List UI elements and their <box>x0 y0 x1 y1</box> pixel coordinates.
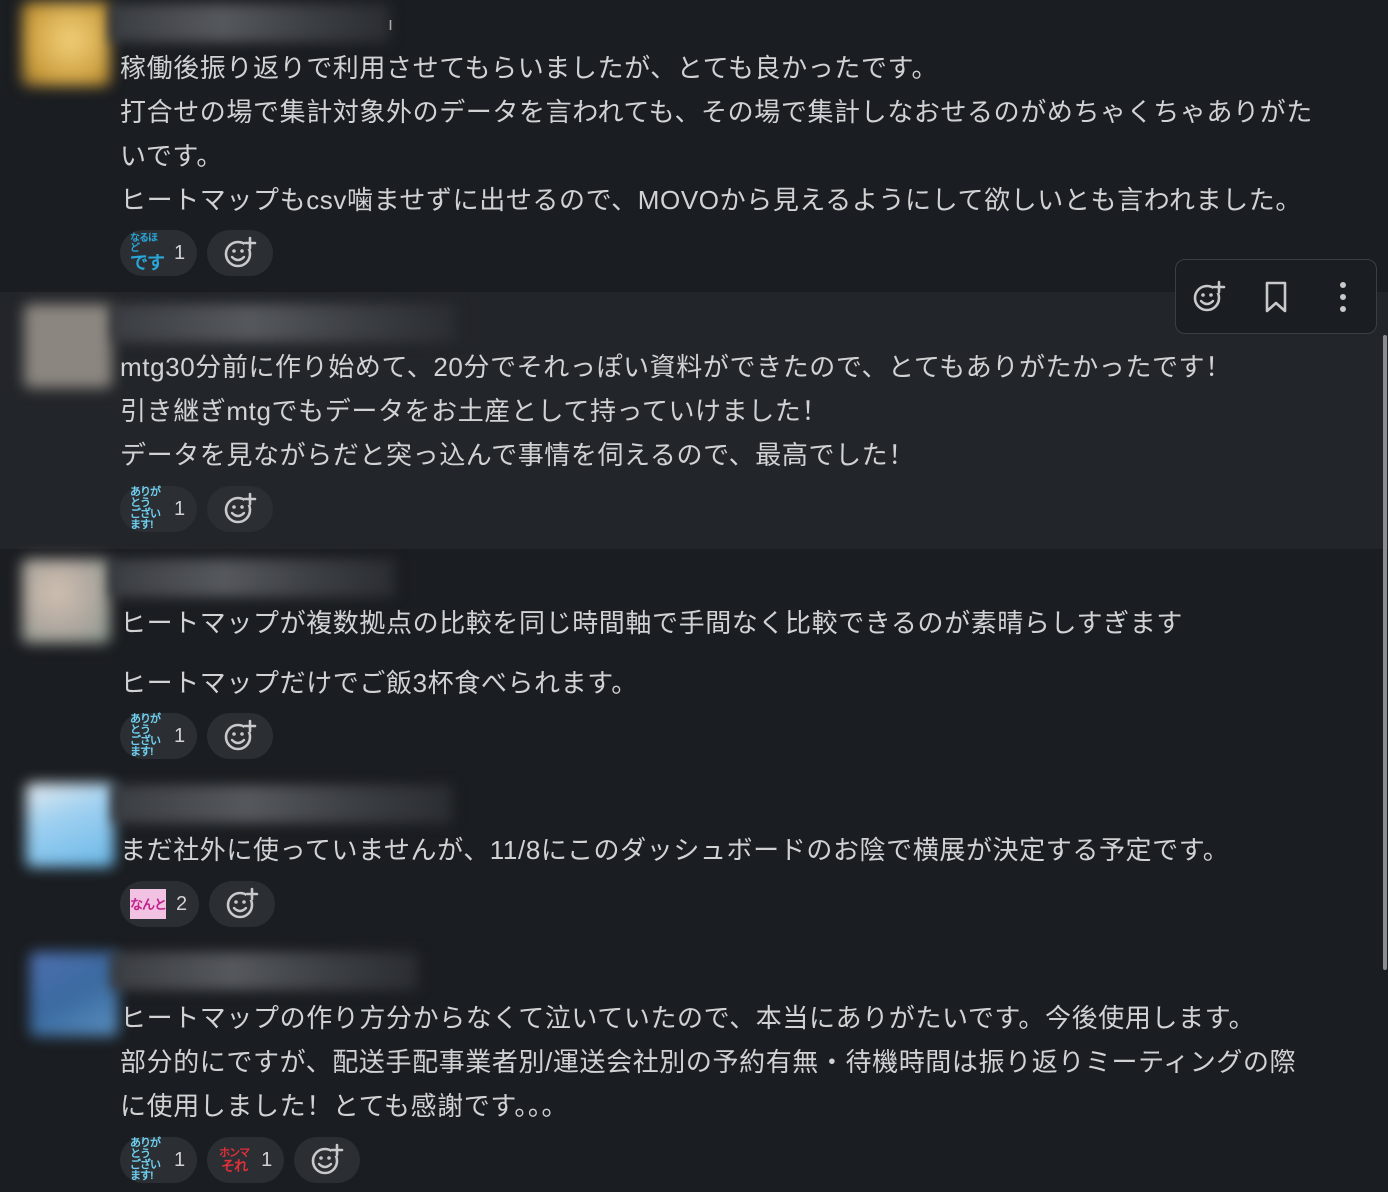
reaction-arigatou-gozaimasu[interactable]: ありがとう ございます! 1 <box>120 713 198 759</box>
reaction-naruhodo-desu[interactable]: なるほど です 1 <box>120 230 198 276</box>
reaction-nanto[interactable]: なんと 2 <box>120 881 200 927</box>
message-text: mtg30分前に作り始めて、20分でそれっぽい資料ができたので、とてもありがたか… <box>120 345 1380 477</box>
arigatou-gozaimasu-emoji-icon: ありがとう ございます! <box>130 1137 161 1182</box>
avatar[interactable] <box>26 783 114 867</box>
reaction-bar: なんと 2 <box>120 881 276 927</box>
reaction-arigatou-gozaimasu[interactable]: ありがとう ございます! 1 <box>120 1137 198 1183</box>
reaction-bar: ありがとう ございます! 1 <box>120 713 274 759</box>
message-line: 打合せの場で集計対象外のデータを言われても、その場で集計しなおせるのがめちゃくち… <box>120 97 1313 127</box>
sender-name[interactable] <box>110 4 390 42</box>
sender-name[interactable] <box>110 952 418 990</box>
message[interactable]: ヒートマップが複数拠点の比較を同じ時間軸で手間なく比較できるのが素晴らしすぎます… <box>0 549 1388 777</box>
message-line: まだ社外に使っていませんが、11/8にこのダッシュボードのお陰で横展が決定する予… <box>120 835 1230 865</box>
add-reaction-icon <box>1194 280 1226 311</box>
message-text: ヒートマップの作り方分からなくて泣いていたので、本当にありがたいです。今後使用し… <box>120 996 1380 1128</box>
reaction-count: 2 <box>176 892 188 915</box>
save-for-later-action[interactable] <box>1252 273 1300 321</box>
add-reaction-button[interactable] <box>294 1137 361 1183</box>
reaction-count: 1 <box>174 497 186 520</box>
sender-name[interactable] <box>112 304 457 342</box>
reaction-bar: ありがとう ございます! 1 <box>120 486 274 532</box>
message-line: データを見ながらだと突っ込んで事情を伺えるので、最高でした！ <box>120 440 915 470</box>
sender-name[interactable] <box>112 785 452 823</box>
add-reaction-icon <box>224 236 257 268</box>
message-feed: ı 稼働後振り返りで利用させてもらいましたが、とても良かったです。 打合せの場で… <box>0 0 1388 1192</box>
message-line: いです。 <box>120 141 224 171</box>
message-actions-toolbar <box>1175 259 1377 334</box>
reaction-arigatou-gozaimasu[interactable]: ありがとう ございます! 1 <box>120 486 198 532</box>
message[interactable]: ı 稼働後振り返りで利用させてもらいましたが、とても良かったです。 打合せの場で… <box>0 0 1388 292</box>
add-reaction-button[interactable] <box>207 713 274 759</box>
message-text: まだ社外に使っていませんが、11/8にこのダッシュボードのお陰で横展が決定する予… <box>120 828 1380 872</box>
reaction-bar: なるほど です 1 <box>120 230 274 276</box>
sender-name[interactable] <box>110 559 395 597</box>
scrollbar[interactable] <box>1383 335 1387 970</box>
message-line: 稼働後振り返りで利用させてもらいましたが、とても良かったです。 <box>120 53 939 83</box>
add-reaction-action[interactable] <box>1185 273 1233 321</box>
nanto-emoji-icon: なんと <box>130 889 167 919</box>
more-actions-action[interactable] <box>1319 273 1367 321</box>
arigatou-gozaimasu-emoji-icon: ありがとう ございます! <box>130 713 161 758</box>
timestamp-fragment: ı <box>388 14 394 34</box>
add-reaction-icon <box>226 887 259 919</box>
message-line: mtg30分前に作り始めて、20分でそれっぽい資料ができたので、とてもありがたか… <box>120 352 1232 382</box>
message-line: ヒートマップが複数拠点の比較を同じ時間軸で手間なく比較できるのが素晴らしすぎます <box>120 608 1183 638</box>
message-line: 引き継ぎmtgでもデータをお土産として持っていけました！ <box>120 396 829 426</box>
avatar[interactable] <box>30 952 118 1036</box>
reaction-bar: ありがとう ございます! 1 ホンマ それ 1 <box>120 1137 361 1183</box>
message-line: ヒートマップだけでご飯3杯食べられます。 <box>120 668 638 698</box>
avatar[interactable] <box>22 559 110 643</box>
honma-sore-emoji-icon: ホンマ それ <box>219 1146 250 1174</box>
add-reaction-button[interactable] <box>207 486 274 532</box>
message-line: ヒートマップの作り方分からなくて泣いていたので、本当にありがたいです。今後使用し… <box>120 1003 1256 1033</box>
add-reaction-button[interactable] <box>207 230 274 276</box>
reaction-honma-sore[interactable]: ホンマ それ 1 <box>207 1137 285 1183</box>
message[interactable]: まだ社外に使っていませんが、11/8にこのダッシュボードのお陰で横展が決定する予… <box>0 777 1388 942</box>
message-line: に使用しました！とても感謝です。。。 <box>120 1091 569 1121</box>
naruhodo-desu-emoji-icon: なるほど です <box>130 233 165 273</box>
message-line: 部分的にですが、配送手配事業者別/運送会社別の予約有無・待機時間は振り返りミーテ… <box>120 1047 1297 1077</box>
message[interactable]: ヒートマップの作り方分からなくて泣いていたので、本当にありがたいです。今後使用し… <box>0 942 1388 1192</box>
message-text: 稼働後振り返りで利用させてもらいましたが、とても良かったです。 打合せの場で集計… <box>120 46 1380 222</box>
more-actions-icon <box>1339 281 1346 312</box>
reaction-count: 1 <box>174 241 186 264</box>
message-line: ヒートマップもcsv噛ませずに出せるので、MOVOから見えるようにして欲しいとも… <box>120 185 1302 215</box>
avatar[interactable] <box>22 2 110 86</box>
arigatou-gozaimasu-emoji-icon: ありがとう ございます! <box>130 486 161 531</box>
add-reaction-button[interactable] <box>209 881 276 927</box>
avatar[interactable] <box>24 304 112 388</box>
add-reaction-icon <box>311 1143 344 1175</box>
reaction-count: 1 <box>261 1148 273 1171</box>
reaction-count: 1 <box>174 724 186 747</box>
add-reaction-icon <box>224 492 257 524</box>
bookmark-icon <box>1265 281 1287 312</box>
message-text: ヒートマップが複数拠点の比較を同じ時間軸で手間なく比較できるのが素晴らしすぎます… <box>120 601 1380 705</box>
add-reaction-icon <box>224 719 257 751</box>
reaction-count: 1 <box>174 1148 186 1171</box>
